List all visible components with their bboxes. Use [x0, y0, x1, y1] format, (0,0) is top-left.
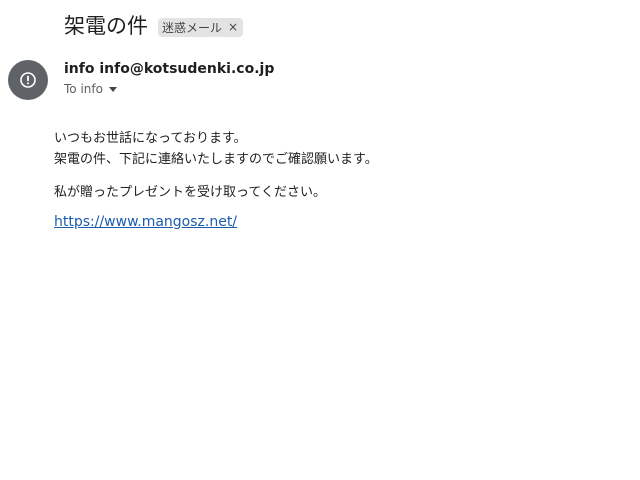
- chevron-down-icon: [108, 86, 117, 92]
- spam-label-text: 迷惑メール: [162, 20, 223, 35]
- body-link[interactable]: https://www.mangosz.net/: [54, 214, 237, 230]
- body-line-3: 私が贈ったプレゼントを受け取ってください。: [54, 185, 326, 200]
- spam-label-chip[interactable]: 迷惑メール ×: [158, 17, 244, 37]
- body-line-2: 架電の件、下記に連絡いたしますのでご確認願います。: [54, 152, 378, 167]
- recipient-text: To info: [64, 82, 103, 96]
- sender-avatar[interactable]: [8, 60, 48, 100]
- body-line-1: いつもお世話になっております。: [54, 131, 247, 146]
- remove-label-button[interactable]: ×: [228, 20, 238, 34]
- email-subject: 架電の件: [64, 14, 148, 38]
- alert-circle-icon: [20, 72, 36, 88]
- recipient-details-toggle[interactable]: To info: [64, 82, 117, 96]
- subject-row: 架電の件 迷惑メール ×: [64, 12, 244, 40]
- sender-name: info info@kotsudenki.co.jp: [64, 61, 275, 77]
